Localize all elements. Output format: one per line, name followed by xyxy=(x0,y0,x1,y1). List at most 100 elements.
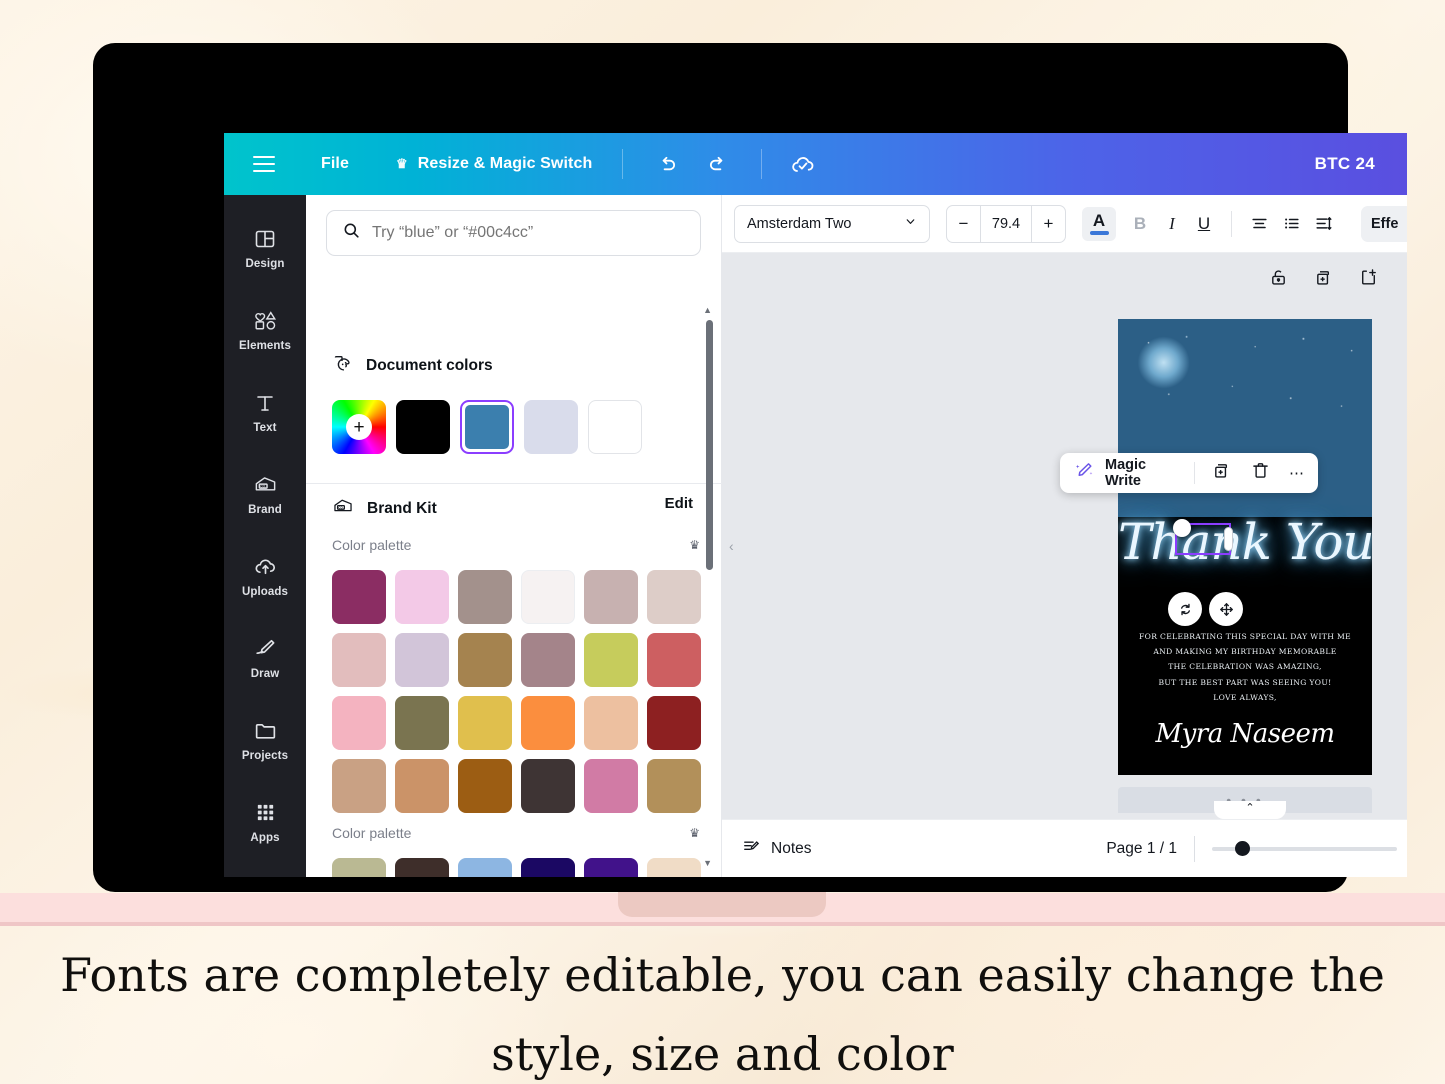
duplicate-icon[interactable] xyxy=(1211,460,1232,486)
palette-swatch[interactable] xyxy=(521,858,575,877)
text-color-button[interactable]: A xyxy=(1082,206,1116,241)
duplicate-icon[interactable] xyxy=(1313,267,1334,293)
line-spacing-icon[interactable] xyxy=(1307,208,1339,240)
redo-icon[interactable] xyxy=(705,151,731,177)
rotate-handle[interactable] xyxy=(1168,592,1202,626)
palette-swatch[interactable] xyxy=(458,696,512,750)
scroll-down-arrow[interactable]: ▼ xyxy=(703,858,712,868)
hamburger-icon[interactable] xyxy=(253,156,275,172)
italic-button[interactable]: I xyxy=(1156,208,1188,240)
add-page-icon[interactable] xyxy=(1358,267,1379,293)
effects-button[interactable]: Effe xyxy=(1361,206,1407,242)
palette-swatch[interactable] xyxy=(647,696,701,750)
account-label[interactable]: BTC 24 xyxy=(1315,154,1375,174)
palette-swatch[interactable] xyxy=(458,570,512,624)
sidebar-item-projects[interactable]: Projects xyxy=(224,699,306,781)
palette-swatch[interactable] xyxy=(332,759,386,813)
palette-swatch[interactable] xyxy=(521,633,575,687)
floating-text-toolbar: Magic Write ⋯ xyxy=(1060,453,1318,493)
palette-swatch[interactable] xyxy=(395,570,449,624)
palette-swatch[interactable] xyxy=(332,858,386,877)
font-size-increase-button[interactable]: + xyxy=(1032,206,1065,242)
resize-label: Resize & Magic Switch xyxy=(417,155,593,172)
palette-swatch[interactable] xyxy=(458,633,512,687)
palette-swatch[interactable] xyxy=(395,633,449,687)
palette-swatch[interactable] xyxy=(584,570,638,624)
font-size-stepper[interactable]: − 79.4 + xyxy=(946,204,1066,243)
trash-icon[interactable] xyxy=(1250,460,1271,486)
underline-button[interactable]: U xyxy=(1188,208,1220,240)
sidebar-item-uploads[interactable]: Uploads xyxy=(224,535,306,617)
palette-swatch[interactable] xyxy=(521,570,575,624)
lock-icon[interactable] xyxy=(1268,267,1289,293)
font-size-value[interactable]: 79.4 xyxy=(980,205,1032,242)
sidebar-item-text[interactable]: Text xyxy=(224,371,306,453)
sidebar-item-design[interactable]: Design xyxy=(224,207,306,289)
sidebar-item-brand[interactable]: CO. Brand xyxy=(224,453,306,535)
search-box[interactable] xyxy=(326,210,701,256)
palette-swatch[interactable] xyxy=(332,633,386,687)
palette-swatch[interactable] xyxy=(458,858,512,877)
bullet-list-icon[interactable] xyxy=(1275,208,1307,240)
font-family-select[interactable]: Amsterdam Two xyxy=(734,204,930,243)
palette-swatch[interactable] xyxy=(395,858,449,877)
add-color-swatch[interactable]: + xyxy=(332,400,386,454)
brand-kit-edit-button[interactable]: Edit xyxy=(665,495,693,512)
palette-swatch[interactable] xyxy=(332,696,386,750)
file-menu-button[interactable]: File xyxy=(321,155,349,173)
body-line: LOVE ALWAYS, xyxy=(1213,692,1277,702)
collapse-panel-tab[interactable]: ⌃ xyxy=(1214,801,1286,819)
move-handle[interactable] xyxy=(1209,592,1243,626)
search-input[interactable] xyxy=(372,224,672,242)
palette-swatch[interactable] xyxy=(647,858,701,877)
document-color-lavender[interactable] xyxy=(524,400,578,454)
zoom-slider-knob[interactable] xyxy=(1235,841,1250,856)
sidebar-item-draw[interactable]: Draw xyxy=(224,617,306,699)
palette-swatch[interactable] xyxy=(395,696,449,750)
palette-swatch[interactable] xyxy=(458,759,512,813)
document-color-black[interactable] xyxy=(396,400,450,454)
palette-swatch[interactable] xyxy=(647,570,701,624)
cloud-check-icon[interactable] xyxy=(790,151,816,177)
document-color-white[interactable] xyxy=(588,400,642,454)
palette-swatch[interactable] xyxy=(584,696,638,750)
signature-text[interactable]: Myra Naseem xyxy=(1118,719,1372,749)
sidebar-label-apps: Apps xyxy=(250,832,280,844)
brand-kit-header: CO. Brand Kit xyxy=(332,495,437,522)
undo-icon[interactable] xyxy=(653,151,679,177)
scroll-up-arrow[interactable]: ▲ xyxy=(703,305,712,315)
sidebar-item-elements[interactable]: Elements xyxy=(224,289,306,371)
palette-swatch[interactable] xyxy=(647,759,701,813)
document-color-selected[interactable] xyxy=(460,400,514,454)
panel-scrollbar-thumb[interactable] xyxy=(706,320,713,570)
canvas-left-arrow[interactable]: ‹ xyxy=(729,538,734,554)
selection-handle-right[interactable] xyxy=(1224,527,1233,551)
more-dots-icon[interactable]: ⋯ xyxy=(1289,464,1304,482)
notes-button[interactable]: Notes xyxy=(742,837,812,861)
magic-pen-icon[interactable] xyxy=(1074,460,1095,486)
pen-icon xyxy=(253,636,278,661)
grid-dots-icon xyxy=(253,800,278,825)
palette-swatch[interactable] xyxy=(584,759,638,813)
selection-handle-top-left[interactable] xyxy=(1173,519,1191,537)
palette-swatch[interactable] xyxy=(395,759,449,813)
palette-swatch[interactable] xyxy=(521,759,575,813)
palette-swatch[interactable] xyxy=(584,633,638,687)
magic-write-label[interactable]: Magic Write xyxy=(1105,457,1178,489)
palette-swatch[interactable] xyxy=(584,858,638,877)
align-center-icon[interactable] xyxy=(1243,208,1275,240)
palette-2-label: Color palette xyxy=(332,825,412,841)
sidebar-item-apps[interactable]: Apps xyxy=(224,781,306,863)
headline-text[interactable]: Thank You xyxy=(1118,517,1372,567)
zoom-slider[interactable] xyxy=(1212,841,1397,856)
font-size-decrease-button[interactable]: − xyxy=(947,206,980,242)
resize-magic-switch-button[interactable]: ♛ Resize & Magic Switch xyxy=(396,155,592,173)
palette-swatch[interactable] xyxy=(647,633,701,687)
bold-button[interactable]: B xyxy=(1124,208,1156,240)
sidebar-label-brand: Brand xyxy=(248,504,282,516)
design-canvas-page[interactable]: Thank You FOR CELEBRATING THIS SPECIAL D… xyxy=(1118,319,1372,775)
canvas-area[interactable]: ‹ Thank You FOR CELEBRATING THIS SPECIAL… xyxy=(722,253,1407,819)
palette-swatch[interactable] xyxy=(521,696,575,750)
body-text-block[interactable]: FOR CELEBRATING THIS SPECIAL DAY WITH ME… xyxy=(1130,629,1360,705)
palette-swatch[interactable] xyxy=(332,570,386,624)
